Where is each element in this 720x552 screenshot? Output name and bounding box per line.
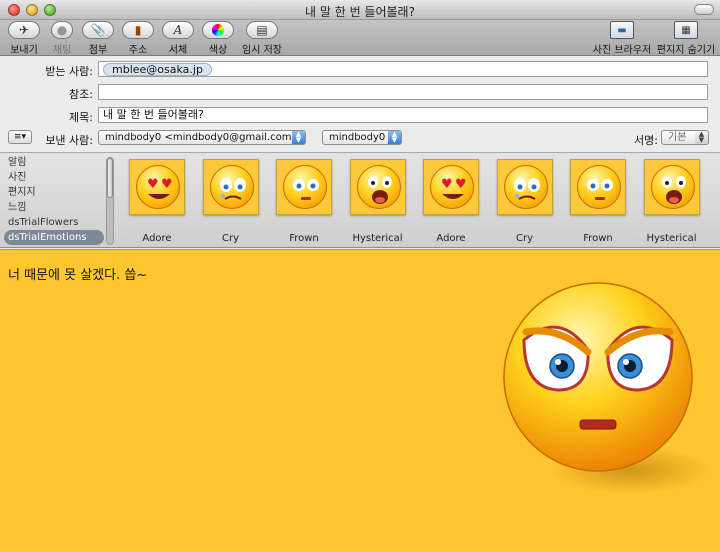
popup-arrows-icon: ▲ ▼ xyxy=(388,131,401,144)
to-label: 받는 사람: xyxy=(45,65,93,78)
subject-label: 제목: xyxy=(69,111,93,124)
thumbnail-label: Cry xyxy=(515,233,533,244)
save-draft-button[interactable]: ▤ 임시 저장 xyxy=(240,21,284,56)
thumbnail-label: Hysterical xyxy=(646,233,697,244)
popup-arrows-icon: ▲ ▼ xyxy=(695,131,708,144)
stationery-thumbnail[interactable]: Cry xyxy=(494,159,556,244)
thumbnail-preview xyxy=(643,159,700,215)
cc-field[interactable] xyxy=(98,84,708,100)
thumbnail-preview xyxy=(570,159,626,215)
cc-label: 참조: xyxy=(69,88,93,101)
chat-button[interactable]: ● 채팅 xyxy=(44,21,80,56)
toolbar-toggle-button[interactable] xyxy=(694,4,714,15)
thumbnail-preview: ♥ ♥ xyxy=(423,159,479,215)
svg-text:♥: ♥ xyxy=(441,177,453,192)
window-title: 내 말 한 번 들어볼래? xyxy=(305,5,415,19)
stationery-thumbnail[interactable]: Hysterical xyxy=(347,159,409,244)
svg-text:♥: ♥ xyxy=(147,177,159,192)
message-headers: 받는 사람: mblee@osaka.jp 참조: 제목: 내 말 한 번 들어… xyxy=(0,56,720,152)
stationery-thumbnail[interactable]: Cry xyxy=(200,159,262,244)
subject-field[interactable]: 내 말 한 번 들어볼래? xyxy=(98,107,708,123)
thumbnail-label: Adore xyxy=(142,233,172,244)
thumbnail-preview xyxy=(349,159,406,215)
recipient-token[interactable]: mblee@osaka.jp xyxy=(103,63,212,76)
thumbnail-preview: ♥ ♥ xyxy=(129,159,185,215)
stationery-thumbnail[interactable]: Hysterical xyxy=(641,159,703,244)
stationery-thumbnail[interactable]: ♥ ♥ Adore xyxy=(126,159,188,244)
colors-button[interactable]: 색상 xyxy=(200,21,236,56)
address-book-icon: ▮ xyxy=(134,23,142,37)
thumbnail-preview xyxy=(276,159,332,215)
font-icon: A xyxy=(173,23,183,37)
thumbnail-label: Hysterical xyxy=(352,233,403,244)
thumbnail-label: Cry xyxy=(221,233,239,244)
toolbar: ✈ 보내기 ● 채팅 📎 첨부 ▮ 주소 A 서체 색상 ▤ 임시 저장 ▬ 사… xyxy=(0,20,720,56)
body-text[interactable]: 너 때문에 못 살겠다. 씁~ xyxy=(8,264,147,283)
fonts-button[interactable]: A 서체 xyxy=(160,21,196,56)
stationery-thumbnail[interactable]: Frown xyxy=(567,159,629,244)
photo-icon: ▬ xyxy=(617,25,627,36)
account-popup[interactable]: mindbody0 ▲ ▼ xyxy=(322,130,402,145)
cry-face-icon xyxy=(209,165,254,209)
thumbnail-preview xyxy=(496,159,553,215)
scrollbar-thumb[interactable] xyxy=(107,158,113,198)
stationery-category-item[interactable]: dsTrialFlowers xyxy=(4,215,104,230)
thumbnail-label: Adore xyxy=(436,233,466,244)
to-field[interactable]: mblee@osaka.jp xyxy=(98,61,708,77)
stationery-category-item[interactable]: 느낌 xyxy=(4,200,104,215)
title-bar: 내 말 한 번 들어볼래? xyxy=(0,0,720,20)
stationery-icon: ▦ xyxy=(681,25,691,36)
from-label: 보낸 사람: xyxy=(45,134,93,147)
signature-label: 서명: xyxy=(634,134,658,147)
thumbnail-preview xyxy=(202,159,259,215)
stationery-category-item[interactable]: 사진 xyxy=(4,170,104,185)
category-scrollbar[interactable] xyxy=(106,157,114,245)
stationery-category-list[interactable]: 알림 사진 편지지 느낌 dsTrialFlowers dsTrialEmotions xyxy=(4,155,104,245)
paperclip-icon: 📎 xyxy=(90,23,106,37)
send-icon: ✈ xyxy=(18,23,30,37)
svg-text:♥: ♥ xyxy=(161,177,173,192)
stationery-thumbnail[interactable]: Frown xyxy=(273,159,335,244)
chat-bubble-icon: ● xyxy=(56,23,68,37)
address-button[interactable]: ▮ 주소 xyxy=(120,21,156,56)
hysterical-face-icon xyxy=(356,165,401,209)
popup-arrows-icon: ▲ ▼ xyxy=(292,131,305,144)
frown-face-icon xyxy=(283,165,327,209)
message-body[interactable]: 너 때문에 못 살겠다. 씁~ xyxy=(0,249,720,552)
header-options-button[interactable]: ≡▾ xyxy=(8,130,32,144)
stationery-category-item[interactable]: 편지지 xyxy=(4,185,104,200)
send-button[interactable]: ✈ 보내기 xyxy=(4,21,44,56)
hysterical-face-icon xyxy=(650,165,695,209)
stationery-category-item[interactable]: dsTrialEmotions xyxy=(4,230,104,245)
color-wheel-icon xyxy=(212,24,224,36)
svg-text:♥: ♥ xyxy=(455,177,467,192)
hide-stationery-button[interactable]: ▦ 편지지 숨기기 xyxy=(656,21,716,56)
stationery-panel: 알림 사진 편지지 느낌 dsTrialFlowers dsTrialEmotions ♥… xyxy=(0,152,720,248)
document-icon: ▤ xyxy=(256,23,268,37)
stationery-thumbnail[interactable]: ♥ ♥ Adore xyxy=(420,159,482,244)
thumbnail-label: Frown xyxy=(289,233,319,244)
stationery-category-item[interactable]: 알림 xyxy=(4,155,104,170)
heart-eyes-face-icon: ♥ ♥ xyxy=(136,165,180,209)
from-popup[interactable]: mindbody0 <mindbody0@gmail.com> ▲ ▼ xyxy=(98,130,306,145)
signature-popup[interactable]: 기본 ▲ ▼ xyxy=(661,130,709,145)
thumbnail-label: Frown xyxy=(583,233,613,244)
photo-browser-button[interactable]: ▬ 사진 브라우저 xyxy=(592,21,652,56)
cry-face-icon xyxy=(503,165,548,209)
attach-button[interactable]: 📎 첨부 xyxy=(80,21,116,56)
frown-emoticon-image xyxy=(503,282,710,494)
heart-eyes-face-icon: ♥ ♥ xyxy=(430,165,474,209)
frown-face-icon xyxy=(577,165,621,209)
